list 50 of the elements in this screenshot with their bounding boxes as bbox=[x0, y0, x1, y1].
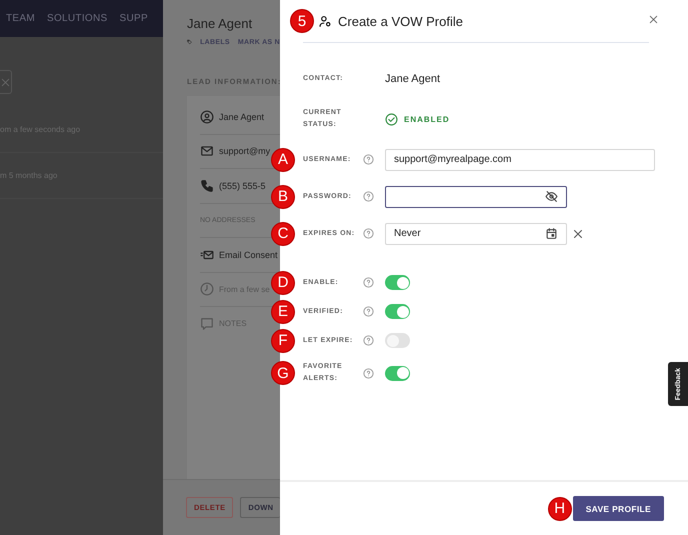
close-button[interactable] bbox=[648, 14, 659, 25]
help-icon[interactable] bbox=[363, 154, 374, 165]
lead-detail: Jane Agent bbox=[219, 112, 264, 122]
toggle-switch[interactable] bbox=[385, 275, 410, 290]
help-icon[interactable] bbox=[363, 335, 374, 346]
step-marker: C bbox=[272, 222, 294, 244]
lead-name: Jane Agent bbox=[187, 16, 254, 31]
contact-name: Jane Agent bbox=[385, 72, 440, 84]
help-icon[interactable] bbox=[363, 228, 374, 239]
help-icon[interactable] bbox=[363, 191, 374, 202]
step-marker: A bbox=[272, 148, 294, 170]
check-circle-icon bbox=[385, 112, 398, 126]
toggle-switch[interactable] bbox=[385, 304, 410, 319]
close-icon bbox=[572, 228, 584, 240]
clear-button[interactable] bbox=[572, 228, 584, 240]
username-field[interactable]: support@myrealpage.com bbox=[385, 148, 655, 170]
nav-item[interactable]: SOLUTIONS bbox=[46, 13, 108, 24]
date-field[interactable]: Never bbox=[385, 222, 567, 244]
toggle-switch[interactable] bbox=[385, 366, 410, 380]
envelope-icon bbox=[200, 144, 214, 158]
nav-item[interactable]: TEAM bbox=[6, 13, 35, 24]
step-marker: B bbox=[272, 186, 294, 208]
tag-icon bbox=[187, 37, 192, 47]
person-icon bbox=[200, 110, 214, 124]
phone-icon bbox=[200, 178, 214, 193]
lead-detail: Email Consent bbox=[219, 250, 278, 260]
status-indicator: ENABLED bbox=[385, 112, 450, 126]
eye-slash-icon[interactable] bbox=[545, 190, 558, 203]
close-icon bbox=[0, 76, 11, 88]
help-icon[interactable] bbox=[363, 306, 374, 317]
password-field[interactable] bbox=[385, 186, 567, 208]
step-marker: D bbox=[272, 272, 294, 294]
lead-detail: support@my bbox=[219, 146, 270, 156]
calendar-icon[interactable] bbox=[545, 227, 558, 240]
step-marker: H bbox=[548, 498, 571, 520]
comment-icon bbox=[200, 316, 214, 331]
toggle-switch[interactable] bbox=[385, 333, 410, 348]
step-marker: G bbox=[272, 362, 294, 384]
close-icon bbox=[648, 14, 659, 25]
step-marker: E bbox=[272, 300, 294, 322]
lead-detail: (555) 555-5 bbox=[219, 180, 266, 191]
clock-icon bbox=[200, 282, 214, 296]
nav-item[interactable]: SUPP bbox=[119, 13, 148, 24]
step-marker: F bbox=[272, 330, 294, 352]
save-button[interactable]: SAVE PROFILE bbox=[572, 496, 664, 521]
help-icon[interactable] bbox=[363, 368, 374, 378]
filter-chip[interactable] bbox=[0, 70, 12, 94]
step-marker: 5 bbox=[291, 10, 313, 32]
dialog-title: Create a VOW Profile bbox=[338, 14, 463, 28]
help-icon[interactable] bbox=[363, 277, 374, 288]
